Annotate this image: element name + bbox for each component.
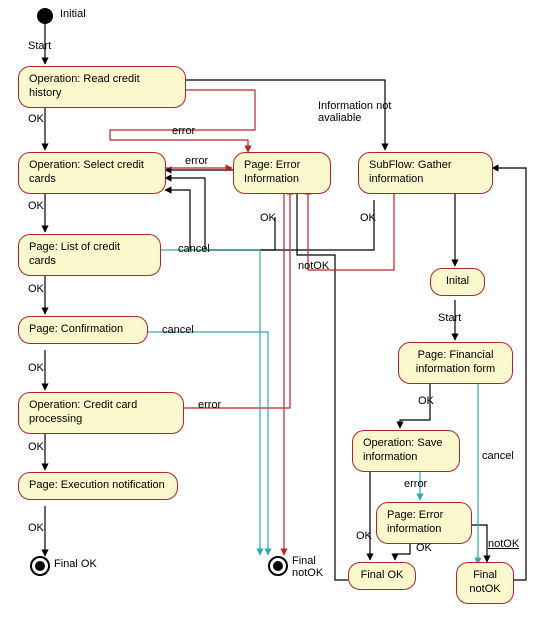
edge-ok-sub1: OK xyxy=(418,395,434,407)
node-sub-save: Operation: Save information xyxy=(352,430,460,472)
edge-ok-1: OK xyxy=(28,113,44,125)
edge-error-3: error xyxy=(198,399,221,411)
edge-error-1: error xyxy=(172,125,195,137)
initial-label: Initial xyxy=(60,8,86,20)
node-error-info: Page: Error Information xyxy=(233,152,331,194)
edge-error-2: error xyxy=(185,155,208,167)
node-sub-final-ok: Final OK xyxy=(348,562,416,590)
final-notok-node xyxy=(268,556,288,576)
edge-sub-start: Start xyxy=(438,312,461,324)
edge-notok-err: notOK xyxy=(298,260,329,272)
node-select-cards: Operation: Select credit cards xyxy=(18,152,166,194)
edge-ok-3: OK xyxy=(28,283,44,295)
edge-info-na: Information not avaliable xyxy=(318,100,418,124)
edge-ok-2: OK xyxy=(28,200,44,212)
edge-error-sub: error xyxy=(404,478,427,490)
edge-start: Start xyxy=(28,40,51,52)
edge-cancel-sub: cancel xyxy=(482,450,514,462)
edge-notok-sub: notOK xyxy=(488,538,519,550)
edge-cancel-2: cancel xyxy=(162,324,194,336)
node-read-history: Operation: Read credit history xyxy=(18,66,186,108)
final-ok-label: Final OK xyxy=(54,558,97,570)
edge-ok-6: OK xyxy=(28,522,44,534)
edge-ok-5: OK xyxy=(28,441,44,453)
edge-ok-sub3: OK xyxy=(416,542,432,554)
edge-ok-err: OK xyxy=(260,212,276,224)
node-exec-notif: Page: Execution notification xyxy=(18,472,178,500)
node-sub-final-notok: Final notOK xyxy=(456,562,514,604)
final-ok-node xyxy=(30,556,50,576)
node-gather: SubFlow: Gather information xyxy=(358,152,493,194)
edge-cancel-1: cancel xyxy=(178,243,210,255)
node-processing: Operation: Credit card processing xyxy=(18,392,184,434)
edge-ok-gather: OK xyxy=(360,212,376,224)
node-list-cards: Page: List of credit cards xyxy=(18,234,161,276)
final-notok-label: Final notOK xyxy=(292,555,323,579)
edge-ok-4: OK xyxy=(28,362,44,374)
initial-node xyxy=(37,8,53,24)
node-confirmation: Page: Confirmation xyxy=(18,316,148,344)
edge-ok-sub2: OK xyxy=(356,530,372,542)
node-sub-fin-form: Page: Financial information form xyxy=(398,342,513,384)
node-sub-initial: Inital xyxy=(430,268,485,296)
node-sub-error: Page: Error information xyxy=(376,502,472,544)
